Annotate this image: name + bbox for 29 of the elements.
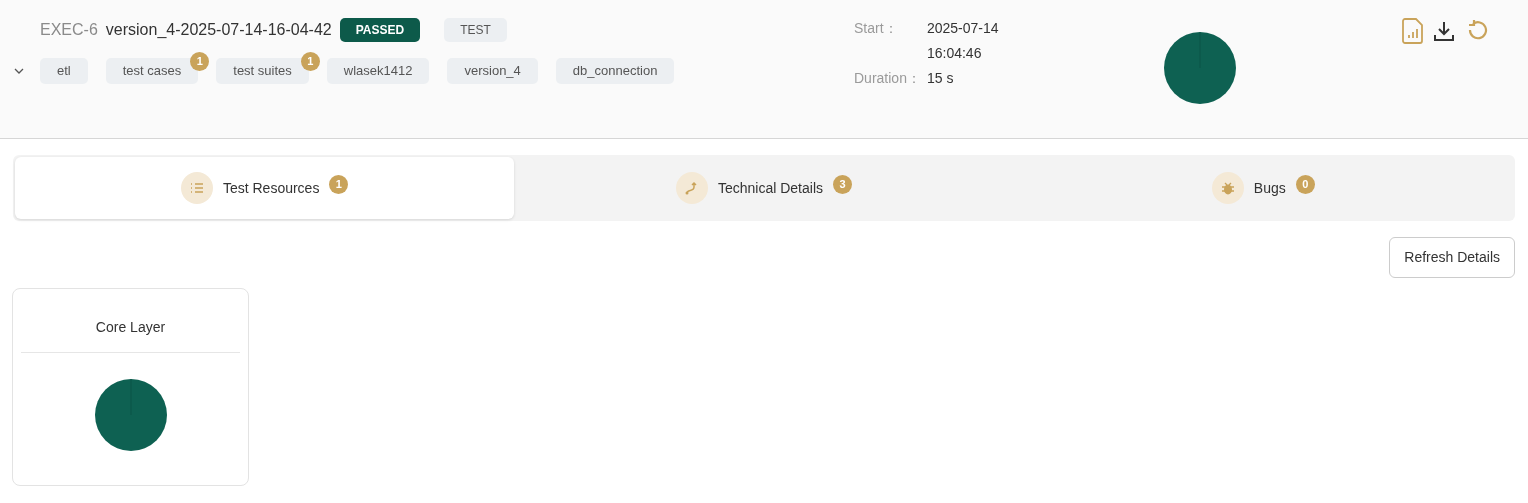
count-badge: 1	[190, 52, 210, 71]
tab[interactable]: Test Resources 1	[15, 157, 515, 219]
start-date: 2025-07-14	[926, 19, 999, 38]
tab[interactable]: Technical Details 3	[514, 157, 1014, 219]
count-badge: 0	[1295, 174, 1315, 194]
tag-chip: db_connection	[555, 58, 675, 84]
tab[interactable]: Bugs 0	[1013, 157, 1513, 219]
expand-chevron-icon[interactable]	[14, 66, 24, 75]
tag-chip: version_4	[447, 58, 538, 84]
environment-tag: TEST	[444, 18, 507, 42]
count-badge: 1	[329, 174, 349, 194]
tag-chip: etl	[40, 58, 88, 84]
start-time: 16:04:46	[926, 44, 983, 63]
count-badge: 1	[300, 52, 320, 71]
bug-icon	[1211, 172, 1244, 204]
refresh-button[interactable]: Refresh Details	[1389, 237, 1515, 278]
route-icon	[675, 172, 708, 204]
resource-card[interactable]: Core Layer	[12, 288, 249, 486]
execution-name: version_4-2025-07-14-16-04-42	[105, 20, 332, 40]
status-badge: PASSED	[339, 18, 421, 42]
start-label: Start：	[854, 19, 899, 38]
count-badge: 3	[833, 174, 852, 194]
execution-id: EXEC-6	[40, 20, 98, 40]
card-title: Core Layer	[21, 289, 240, 353]
pie-chart-drawing	[1164, 32, 1236, 104]
duration-value: 15 s	[926, 69, 955, 88]
list-icon	[180, 172, 213, 204]
duration-label: Duration：	[854, 69, 921, 88]
tag-chip: wlasek1412	[326, 58, 430, 84]
